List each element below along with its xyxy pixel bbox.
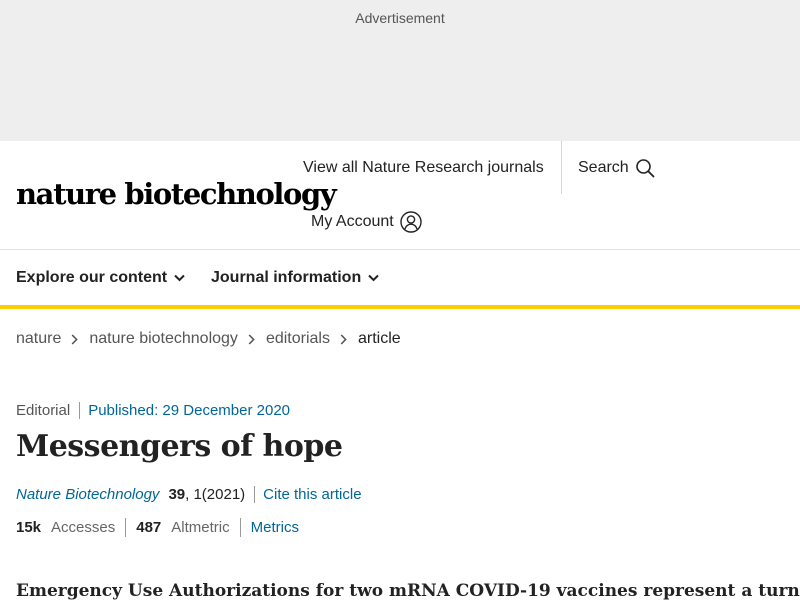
account-label: My Account [311, 213, 394, 230]
article-meta: Editorial Published: 29 December 2020 [16, 402, 290, 419]
breadcrumb: nature nature biotechnology editorials a… [16, 330, 401, 348]
ad-banner: Advertisement [0, 0, 800, 141]
altmetric-count: 487 [136, 519, 162, 536]
explore-content-menu[interactable]: Explore our content [16, 269, 185, 287]
accesses-label: Accesses [51, 519, 116, 536]
search-button[interactable]: Search [578, 158, 655, 178]
metrics-divider [125, 518, 127, 537]
accesses-count: 15k [16, 519, 42, 536]
chevron-right-icon [340, 333, 347, 345]
breadcrumb-article: article [357, 330, 401, 347]
metrics-divider [239, 518, 241, 537]
journal-logo[interactable]: nature biotechnology [16, 174, 337, 214]
journal-link[interactable]: Nature Biotechnology [16, 486, 159, 503]
breadcrumb-nature[interactable]: nature [16, 330, 61, 348]
volume-number: 39 [168, 486, 186, 503]
metrics-link[interactable]: Metrics [251, 519, 299, 536]
ad-label: Advertisement [355, 10, 445, 26]
article-title: Messengers of hope [16, 429, 343, 464]
header-divider [561, 141, 562, 194]
chevron-right-icon [248, 333, 255, 345]
citation-row: Nature Biotechnology 39, 1(2021) Cite th… [16, 486, 362, 503]
breadcrumb-nature-biotechnology[interactable]: nature biotechnology [89, 330, 238, 348]
explore-content-label: Explore our content [16, 269, 168, 286]
nav-accent-bar [0, 305, 800, 309]
user-icon [400, 211, 422, 233]
article-standfirst: Emergency Use Authorizations for two mRN… [16, 581, 800, 600]
journal-information-label: Journal information [211, 269, 362, 286]
breadcrumb-editorials[interactable]: editorials [266, 330, 330, 348]
published-date-link[interactable]: Published: 29 December 2020 [80, 402, 290, 419]
volume-info: 39, 1(2021) [168, 486, 245, 503]
my-account-button[interactable]: My Account [311, 211, 422, 233]
article-metrics: 15k Accesses 487 Altmetric Metrics [16, 518, 299, 537]
altmetric-label: Altmetric [171, 519, 230, 536]
cite-this-article-link[interactable]: Cite this article [254, 486, 362, 503]
chevron-down-icon [174, 274, 185, 282]
journal-information-menu[interactable]: Journal information [211, 269, 379, 287]
chevron-right-icon [71, 333, 79, 345]
site-header: nature biotechnology View all Nature Res… [0, 141, 800, 250]
article-type: Editorial [16, 402, 81, 419]
chevron-down-icon [368, 274, 379, 282]
search-icon [635, 158, 655, 178]
search-label: Search [578, 159, 629, 176]
issue-year: , 1(2021) [185, 486, 246, 503]
view-all-journals-link[interactable]: View all Nature Research journals [303, 159, 544, 177]
main-nav: Explore our content Journal information [0, 250, 800, 305]
